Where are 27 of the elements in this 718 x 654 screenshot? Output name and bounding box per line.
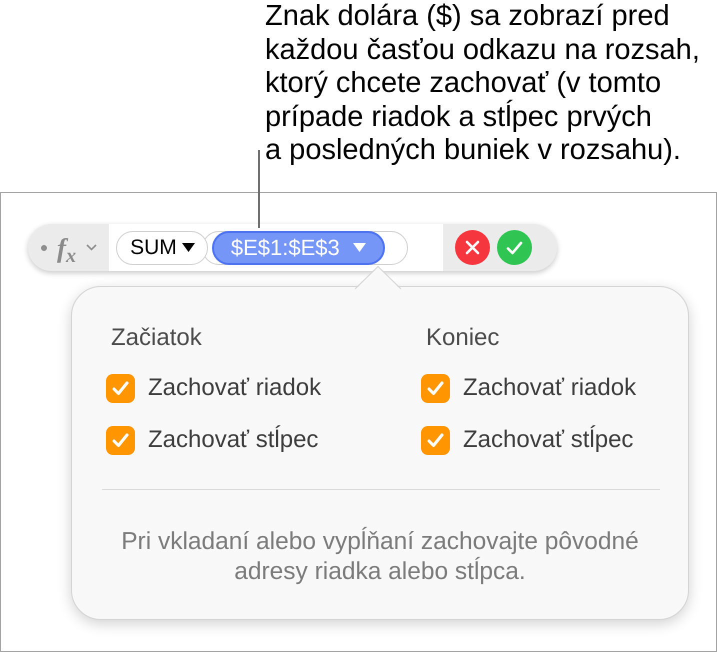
accept-button[interactable] — [497, 230, 532, 265]
checkbox[interactable] — [106, 426, 135, 454]
checkbox-label: Zachovať riadok — [463, 373, 636, 403]
checkmark-icon — [112, 432, 129, 448]
section-heading: Koniec — [425, 324, 500, 352]
description-text: Pri vkladaní alebo vypĺňaní zachovajte pôvodné adresy riadka alebo stĺpca. — [120, 527, 640, 587]
caret-icon — [182, 243, 195, 252]
range-token[interactable]: $E$1:$E$3 — [212, 230, 385, 264]
checkmark-icon — [427, 380, 444, 396]
formula-input[interactable]: SUM $E$1:$E$3 — [109, 224, 444, 271]
checkbox-label: Zachovať stĺpec — [463, 425, 634, 455]
checkmark-icon — [506, 240, 524, 254]
function-button[interactable]: f$_{x}$ — [57, 232, 76, 262]
section-heading: Začiatok — [110, 324, 203, 352]
function-token[interactable]: SUM — [116, 230, 208, 264]
checkmark-icon — [112, 380, 129, 396]
callout-text: Znak dolára ($) sa zobrazí pred každou časťou odkazu na rozsah, ktorý chcete zachovať (v tomto prípade riadok a stĺpec prvých a posledných buniek v rozsahu). — [265, 0, 701, 168]
checkbox[interactable] — [421, 426, 450, 454]
checkbox[interactable] — [421, 374, 450, 402]
checkbox-label: Zachovať stĺpec — [148, 425, 318, 455]
chevron-down-icon — [86, 244, 98, 251]
checkbox[interactable] — [106, 374, 135, 402]
checkbox-label: Zachovať riadok — [148, 373, 322, 403]
close-icon — [465, 240, 480, 255]
checkmark-icon — [427, 432, 444, 448]
caret-icon — [352, 243, 366, 252]
cancel-button[interactable] — [455, 230, 490, 265]
